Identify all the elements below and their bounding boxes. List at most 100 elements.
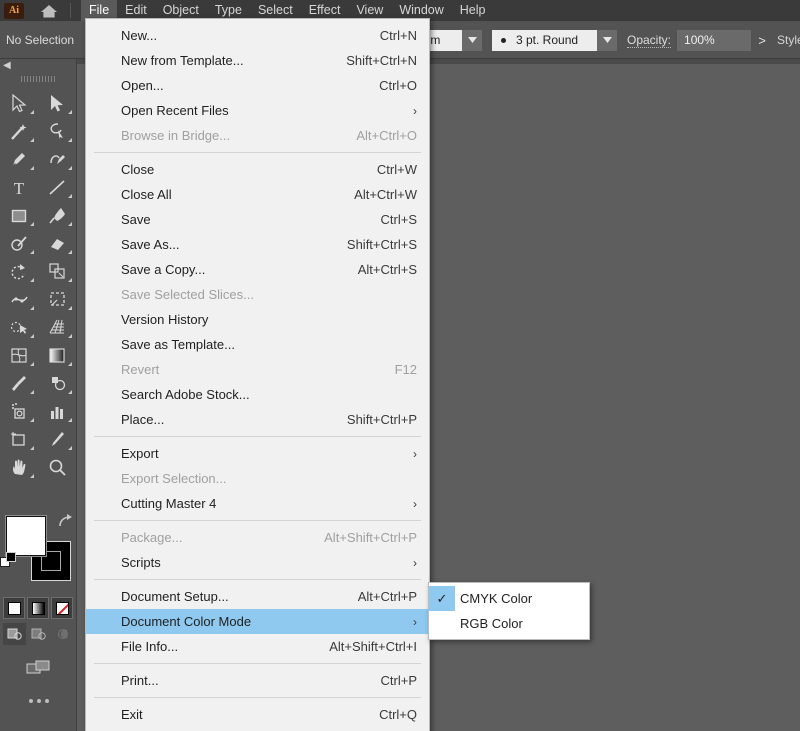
- menu-item-label: Document Setup...: [121, 589, 229, 604]
- menu-item-label: Open Recent Files: [121, 103, 229, 118]
- menu-item-save-selected-slices: Save Selected Slices...: [86, 282, 429, 307]
- draw-inside-mode-icon[interactable]: [51, 623, 74, 645]
- menu-item-version-history[interactable]: Version History: [86, 307, 429, 332]
- file-dropdown-menu: New... Ctrl+N New from Template... Shift+Ct…: [85, 18, 430, 731]
- menu-item-label: Search Adobe Stock...: [121, 387, 250, 402]
- menu-item-label: Save a Copy...: [121, 262, 206, 277]
- menu-item-export[interactable]: Export ›: [86, 441, 429, 466]
- menu-item-label: Export: [121, 446, 159, 461]
- submenu-item-cmyk-color[interactable]: ✓ CMYK Color: [429, 586, 589, 611]
- pen-tool[interactable]: [0, 145, 38, 173]
- opacity-label: Opacity:: [627, 32, 672, 48]
- menu-item-new-from-template[interactable]: New from Template... Shift+Ctrl+N: [86, 48, 429, 73]
- blend-tool[interactable]: [38, 369, 76, 397]
- direct-selection-tool[interactable]: [38, 89, 76, 117]
- rectangle-tool[interactable]: [0, 201, 38, 229]
- solid-color-icon[interactable]: [3, 597, 25, 619]
- menu-item-document-color-mode[interactable]: Document Color Mode ›: [86, 609, 429, 634]
- slice-tool[interactable]: [38, 425, 76, 453]
- mesh-tool[interactable]: [0, 341, 38, 369]
- zoom-tool[interactable]: [38, 453, 76, 481]
- illustrator-window: Ai File Edit Object Type Select Effect View Win…: [0, 0, 800, 731]
- menu-item-label: Close All: [121, 187, 172, 202]
- stroke-profile-dropdown-button[interactable]: [462, 29, 482, 51]
- menu-item-print[interactable]: Print... Ctrl+P: [86, 668, 429, 693]
- hand-tool[interactable]: [0, 453, 38, 481]
- menu-item-shortcut: Alt+Shift+Ctrl+I: [329, 639, 417, 654]
- submenu-item-label: RGB Color: [460, 616, 523, 631]
- home-icon[interactable]: [32, 0, 66, 21]
- opacity-more-button[interactable]: >: [751, 30, 773, 51]
- eraser-tool[interactable]: [38, 229, 76, 257]
- menu-bar-item-help[interactable]: Help: [452, 0, 494, 21]
- curvature-tool[interactable]: [38, 145, 76, 173]
- opacity-input[interactable]: 100%: [677, 29, 752, 51]
- rotate-tool[interactable]: [0, 257, 38, 285]
- menu-item-label: New...: [121, 28, 158, 43]
- fill-swatch[interactable]: [6, 516, 46, 556]
- chevron-right-icon: ›: [413, 496, 417, 511]
- menu-item-save[interactable]: Save Ctrl+S: [86, 207, 429, 232]
- fill-stroke-swatches: [0, 514, 77, 594]
- menu-separator: [94, 663, 421, 664]
- submenu-item-rgb-color[interactable]: RGB Color: [429, 611, 589, 636]
- line-segment-tool[interactable]: [38, 173, 76, 201]
- column-graph-tool[interactable]: [38, 397, 76, 425]
- brush-definition-dropdown-button[interactable]: [597, 29, 617, 51]
- menu-item-cutting-master-4[interactable]: Cutting Master 4 ›: [86, 491, 429, 516]
- gradient-icon[interactable]: [27, 597, 49, 619]
- perspective-grid-tool[interactable]: [38, 313, 76, 341]
- swap-fill-stroke-icon[interactable]: [57, 514, 73, 533]
- paintbrush-tool[interactable]: [38, 201, 76, 229]
- draw-normal-mode-icon[interactable]: [3, 623, 26, 645]
- menu-item-shortcut: Alt+Ctrl+P: [357, 589, 417, 604]
- menu-item-label: New from Template...: [121, 53, 244, 68]
- lasso-tool[interactable]: [38, 117, 76, 145]
- menu-item-shortcut: Alt+Ctrl+O: [356, 128, 417, 143]
- shape-builder-tool[interactable]: [0, 313, 38, 341]
- menu-item-exit[interactable]: Exit Ctrl+Q: [86, 702, 429, 727]
- menu-item-save-as[interactable]: Save As... Shift+Ctrl+S: [86, 232, 429, 257]
- edit-toolbar-icon[interactable]: [0, 691, 77, 711]
- menu-item-label: Package...: [121, 530, 183, 545]
- submenu-item-label: CMYK Color: [460, 591, 533, 606]
- eyedropper-tool[interactable]: [0, 369, 38, 397]
- menu-item-file-info[interactable]: File Info... Alt+Shift+Ctrl+I: [86, 634, 429, 659]
- width-tool[interactable]: [0, 285, 38, 313]
- brush-definition-combo[interactable]: 3 pt. Round: [492, 29, 597, 51]
- menu-item-save-as-template[interactable]: Save as Template...: [86, 332, 429, 357]
- selection-tool[interactable]: [0, 89, 38, 117]
- free-transform-tool[interactable]: [38, 285, 76, 313]
- symbol-sprayer-tool[interactable]: [0, 397, 38, 425]
- menu-item-search-adobe-stock[interactable]: Search Adobe Stock...: [86, 382, 429, 407]
- draw-behind-mode-icon[interactable]: [27, 623, 50, 645]
- menu-item-open[interactable]: Open... Ctrl+O: [86, 73, 429, 98]
- menu-item-label: Exit: [121, 707, 143, 722]
- type-tool[interactable]: T: [0, 173, 38, 201]
- none-icon[interactable]: [51, 597, 73, 619]
- menu-item-label: Save: [121, 212, 151, 227]
- menu-item-open-recent-files[interactable]: Open Recent Files ›: [86, 98, 429, 123]
- menu-separator: [94, 697, 421, 698]
- menu-item-scripts[interactable]: Scripts ›: [86, 550, 429, 575]
- chevron-left-icon[interactable]: ◀: [3, 60, 11, 71]
- shaper-tool[interactable]: [0, 229, 38, 257]
- tools-panel-grip[interactable]: [0, 73, 76, 85]
- menu-item-place[interactable]: Place... Shift+Ctrl+P: [86, 407, 429, 432]
- menu-item-close-all[interactable]: Close All Alt+Ctrl+W: [86, 182, 429, 207]
- change-screen-mode-icon[interactable]: [0, 655, 77, 681]
- tools-panel-header: ◀: [0, 59, 76, 73]
- scale-tool[interactable]: [38, 257, 76, 285]
- menu-item-close[interactable]: Close Ctrl+W: [86, 157, 429, 182]
- document-color-mode-submenu: ✓ CMYK Color RGB Color: [428, 582, 590, 640]
- menu-item-export-selection: Export Selection...: [86, 466, 429, 491]
- magic-wand-tool[interactable]: [0, 117, 38, 145]
- default-fill-stroke-icon[interactable]: [0, 552, 18, 575]
- menu-item-save-a-copy[interactable]: Save a Copy... Alt+Ctrl+S: [86, 257, 429, 282]
- gradient-tool[interactable]: [38, 341, 76, 369]
- menu-item-new[interactable]: New... Ctrl+N: [86, 23, 429, 48]
- menu-item-document-setup[interactable]: Document Setup... Alt+Ctrl+P: [86, 584, 429, 609]
- color-mode-buttons: [3, 597, 75, 621]
- menu-item-label: Open...: [121, 78, 164, 93]
- artboard-tool[interactable]: [0, 425, 38, 453]
